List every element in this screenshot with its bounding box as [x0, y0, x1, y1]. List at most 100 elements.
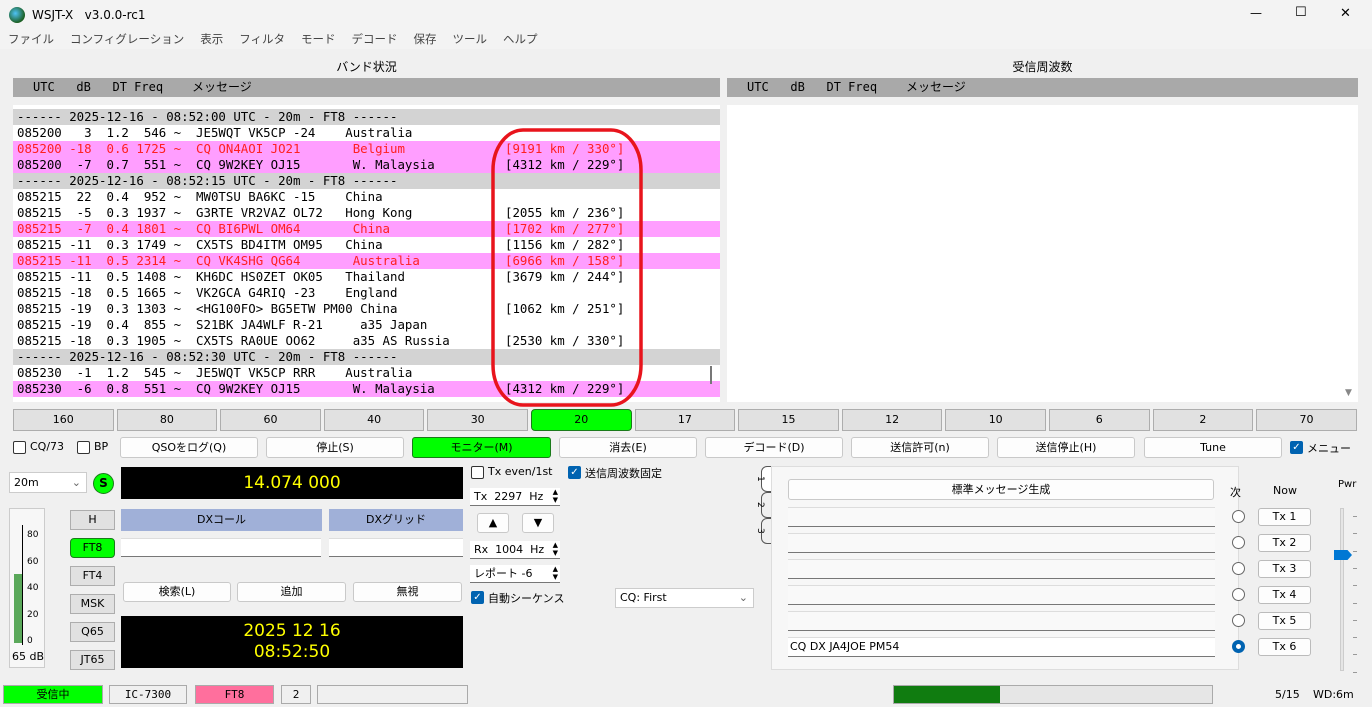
- auto-seq-label: 自動シーケンス: [488, 592, 565, 605]
- band-button-2[interactable]: 2: [1152, 409, 1254, 431]
- tx5-next-radio[interactable]: [1232, 614, 1245, 627]
- add-button[interactable]: 追加: [237, 582, 346, 602]
- band-button-80[interactable]: 80: [116, 409, 218, 431]
- menu-item[interactable]: フィルタ: [231, 30, 293, 49]
- hold-tx-freq-checkbox[interactable]: ✓: [568, 466, 581, 479]
- bp-label: BP: [94, 440, 109, 453]
- band-button-160[interactable]: 160: [13, 409, 114, 431]
- tx4-now-button[interactable]: Tx 4: [1258, 586, 1311, 604]
- stop-button[interactable]: 停止(S): [266, 437, 404, 458]
- tx-even-checkbox[interactable]: [471, 466, 484, 479]
- cq-select[interactable]: CQ: First ⌄: [615, 588, 754, 608]
- decode-button[interactable]: デコード(D): [705, 437, 843, 458]
- mode-button-h[interactable]: H: [70, 510, 115, 530]
- freq-down-button[interactable]: ▼: [522, 513, 554, 533]
- clock-display: 2025 12 16 08:52:50: [121, 616, 463, 668]
- menus-label: メニュー: [1307, 442, 1351, 455]
- mode-button-ft8[interactable]: FT8: [70, 538, 115, 558]
- band-button-30[interactable]: 30: [427, 409, 528, 431]
- menu-item[interactable]: モード: [293, 30, 344, 49]
- scroll-down-arrow-icon[interactable]: ▼: [1345, 388, 1352, 398]
- tx2-message-input[interactable]: [788, 533, 1215, 553]
- tx6-message-input[interactable]: CQ DX JA4JOE PM54: [788, 637, 1215, 657]
- mode-button-jt65[interactable]: JT65: [70, 650, 115, 670]
- power-slider[interactable]: [1340, 508, 1344, 671]
- mode-button-ft4[interactable]: FT4: [70, 566, 115, 586]
- erase-button[interactable]: 消去(E): [559, 437, 697, 458]
- tune-button[interactable]: Tune: [1144, 437, 1282, 458]
- chevron-down-icon: ⌄: [738, 591, 748, 604]
- meter-tick-label: 40: [27, 583, 39, 593]
- tx6-next-radio[interactable]: [1232, 640, 1245, 653]
- tx3-message-input[interactable]: [788, 559, 1215, 579]
- tx-period-progress-fill: [894, 686, 1000, 703]
- scrollbar[interactable]: [710, 366, 712, 384]
- band-button-40[interactable]: 40: [323, 409, 425, 431]
- tx5-now-button[interactable]: Tx 5: [1258, 612, 1311, 630]
- tx1-now-button[interactable]: Tx 1: [1258, 508, 1311, 526]
- lookup-button[interactable]: 検索(L): [123, 582, 231, 602]
- menu-item[interactable]: ヘルプ: [495, 30, 546, 49]
- tx3-now-button[interactable]: Tx 3: [1258, 560, 1311, 578]
- power-tick: [1353, 671, 1357, 673]
- signal-meter-readout: 65 dB: [11, 650, 45, 663]
- band-button-10[interactable]: 10: [945, 409, 1046, 431]
- ignore-button[interactable]: 無視: [353, 582, 462, 602]
- spin-arrows-icon[interactable]: ▲ ▼: [553, 541, 558, 557]
- band-button-70[interactable]: 70: [1256, 409, 1357, 431]
- menu-item[interactable]: コンフィグレーション: [62, 30, 192, 49]
- monitor-button[interactable]: モニター(M): [412, 437, 551, 458]
- dx-grid-input[interactable]: [329, 538, 463, 557]
- dx-call-input[interactable]: [121, 538, 321, 557]
- tx-freq-spinbox[interactable]: Tx 2297 Hz ▲ ▼: [470, 488, 560, 506]
- freq-up-button[interactable]: ▲: [477, 513, 509, 533]
- band-button-17[interactable]: 17: [634, 409, 736, 431]
- bp-checkbox[interactable]: [77, 441, 90, 454]
- s-meter-button[interactable]: S: [93, 473, 114, 494]
- tx4-message-input[interactable]: [788, 585, 1215, 605]
- power-slider-handle[interactable]: [1334, 550, 1352, 560]
- minimize-button[interactable]: —: [1250, 6, 1262, 20]
- report-spinbox[interactable]: レポート -6 ▲ ▼: [470, 565, 560, 583]
- menu-item[interactable]: デコード: [343, 30, 405, 49]
- menus-checkbox[interactable]: ✓: [1290, 441, 1303, 454]
- tx4-next-radio[interactable]: [1232, 588, 1245, 601]
- band-select-value: 20m: [14, 476, 39, 489]
- menu-item[interactable]: ファイル: [0, 30, 62, 49]
- period-separator-row[interactable]: ------ 2025-12-16 - 08:52:00 UTC - 20m -…: [13, 109, 720, 125]
- maximize-button[interactable]: ☐: [1295, 5, 1307, 20]
- band-button-12[interactable]: 12: [841, 409, 943, 431]
- band-button-6[interactable]: 6: [1049, 409, 1150, 431]
- band-select[interactable]: 20m ⌄: [9, 472, 87, 493]
- cq-select-value: CQ: First: [620, 591, 667, 604]
- status-state: 受信中: [3, 685, 103, 704]
- tx2-now-button[interactable]: Tx 2: [1258, 534, 1311, 552]
- close-button[interactable]: ✕: [1340, 6, 1351, 21]
- tx5-message-input[interactable]: [788, 611, 1215, 631]
- menu-item[interactable]: ツール: [444, 30, 495, 49]
- cq73-checkbox[interactable]: [13, 441, 26, 454]
- menu-item[interactable]: 表示: [192, 30, 231, 49]
- tx6-now-button[interactable]: Tx 6: [1258, 638, 1311, 656]
- band-button-15[interactable]: 15: [738, 409, 839, 431]
- log-qso-button[interactable]: QSOをログ(Q): [120, 437, 258, 458]
- menu-item[interactable]: 保存: [405, 30, 444, 49]
- auto-seq-checkbox[interactable]: ✓: [471, 591, 484, 604]
- clock-time: 08:52:50: [253, 642, 331, 662]
- rx-frequency-text[interactable]: [727, 105, 1358, 402]
- tx2-next-radio[interactable]: [1232, 536, 1245, 549]
- rx-frequency-label: 受信周波数: [1012, 60, 1073, 74]
- tx1-message-input[interactable]: [788, 507, 1215, 527]
- tx1-next-radio[interactable]: [1232, 510, 1245, 523]
- spin-arrows-icon[interactable]: ▲ ▼: [553, 488, 558, 504]
- mode-button-msk[interactable]: MSK: [70, 594, 115, 614]
- generate-messages-button[interactable]: 標準メッセージ生成: [788, 479, 1214, 500]
- spin-arrows-icon[interactable]: ▲ ▼: [553, 565, 558, 581]
- band-button-20[interactable]: 20: [531, 409, 632, 431]
- halt-tx-button[interactable]: 送信停止(H): [997, 437, 1135, 458]
- tx3-next-radio[interactable]: [1232, 562, 1245, 575]
- band-button-60[interactable]: 60: [220, 409, 321, 431]
- rx-freq-spinbox[interactable]: Rx 1004 Hz ▲ ▼: [470, 541, 560, 559]
- mode-button-q65[interactable]: Q65: [70, 622, 115, 642]
- enable-tx-button[interactable]: 送信許可(n): [851, 437, 989, 458]
